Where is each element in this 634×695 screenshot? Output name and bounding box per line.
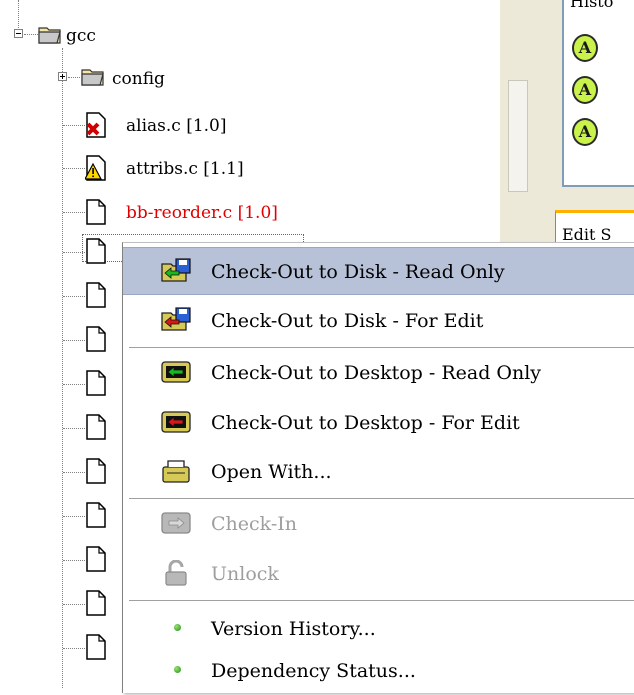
context-menu: Check-Out to Disk - Read Only Check-Out …	[122, 242, 634, 693]
menu-separator	[129, 600, 634, 601]
bullet-icon	[174, 666, 181, 673]
file-icon	[86, 458, 106, 484]
unlock-icon	[165, 560, 187, 586]
tree-connector	[63, 604, 85, 605]
checkout-desktop-edit-icon	[161, 411, 191, 433]
file-icon	[86, 634, 106, 660]
menu-item-open-with[interactable]: Open With...	[123, 448, 634, 496]
file-icon	[86, 238, 106, 264]
menu-item-checkout-disk-readonly[interactable]: Check-Out to Disk - Read Only	[123, 247, 634, 295]
file-error-icon	[86, 112, 106, 138]
menu-item-label: Check-Out to Desktop - For Edit	[211, 412, 520, 434]
file-icon	[86, 502, 106, 528]
menu-separator	[129, 347, 634, 348]
file-icon	[86, 282, 106, 308]
file-icon	[86, 199, 106, 225]
tree-connector	[63, 428, 85, 429]
tree-connector	[63, 340, 85, 341]
tree-connector	[63, 384, 85, 385]
menu-item-label: Unlock	[211, 563, 279, 585]
tree-connector	[63, 472, 85, 473]
expand-toggle-config[interactable]	[58, 72, 67, 81]
menu-item-check-in[interactable]: Check-In	[123, 500, 634, 548]
user-avatar-icon[interactable]: A	[572, 76, 598, 104]
tree-connector	[63, 560, 85, 561]
tree-node-bb-reorder[interactable]: bb-reorder.c [1.0]	[126, 203, 278, 223]
checkout-disk-edit-icon	[161, 307, 191, 331]
file-icon	[86, 590, 106, 616]
file-icon	[86, 414, 106, 440]
history-box: Histo A A A	[562, 0, 634, 187]
folder-icon	[81, 69, 104, 86]
tree-node-config[interactable]: config	[112, 69, 165, 89]
tree-connector	[63, 516, 85, 517]
menu-item-version-history[interactable]: Version History...	[123, 605, 634, 653]
menu-item-label: Dependency Status...	[211, 660, 416, 682]
menu-item-label: Open With...	[211, 461, 332, 483]
menu-item-unlock[interactable]: Unlock	[123, 550, 634, 598]
tree-node-alias[interactable]: alias.c [1.0]	[126, 116, 227, 136]
open-with-icon	[162, 460, 190, 483]
file-icon	[86, 326, 106, 352]
tree-connector	[63, 648, 85, 649]
user-avatar-icon[interactable]: A	[572, 118, 598, 146]
panel-scrollbar[interactable]	[508, 80, 528, 192]
collapse-toggle-gcc[interactable]	[14, 29, 23, 38]
file-icon	[86, 370, 106, 396]
tree-connector	[63, 296, 85, 297]
menu-item-checkout-desktop-readonly[interactable]: Check-Out to Desktop - Read Only	[123, 349, 634, 397]
file-warning-icon	[85, 155, 106, 181]
menu-item-label: Check-In	[211, 513, 298, 535]
bullet-icon	[174, 624, 181, 631]
menu-item-checkout-desktop-edit[interactable]: Check-Out to Desktop - For Edit	[123, 399, 634, 447]
menu-item-label: Version History...	[211, 618, 376, 640]
menu-separator	[129, 498, 634, 499]
menu-item-label: Check-Out to Disk - For Edit	[211, 310, 484, 332]
history-header: Histo	[570, 0, 614, 11]
menu-item-checkout-disk-edit[interactable]: Check-Out to Disk - For Edit	[123, 297, 634, 345]
tree-connector	[63, 252, 85, 253]
user-avatar-icon[interactable]: A	[572, 34, 598, 62]
menu-item-label: Check-Out to Disk - Read Only	[211, 261, 505, 283]
check-in-icon	[161, 512, 191, 534]
tree-node-attribs[interactable]: attribs.c [1.1]	[126, 159, 244, 179]
checkout-desktop-readonly-icon	[161, 361, 191, 383]
file-icon	[86, 546, 106, 572]
menu-item-label: Check-Out to Desktop - Read Only	[211, 362, 542, 384]
menu-item-dependency-status[interactable]: Dependency Status...	[123, 647, 634, 695]
open-folder-icon	[38, 27, 61, 44]
checkout-disk-readonly-icon	[161, 258, 191, 282]
tree-node-gcc[interactable]: gcc	[66, 26, 96, 46]
